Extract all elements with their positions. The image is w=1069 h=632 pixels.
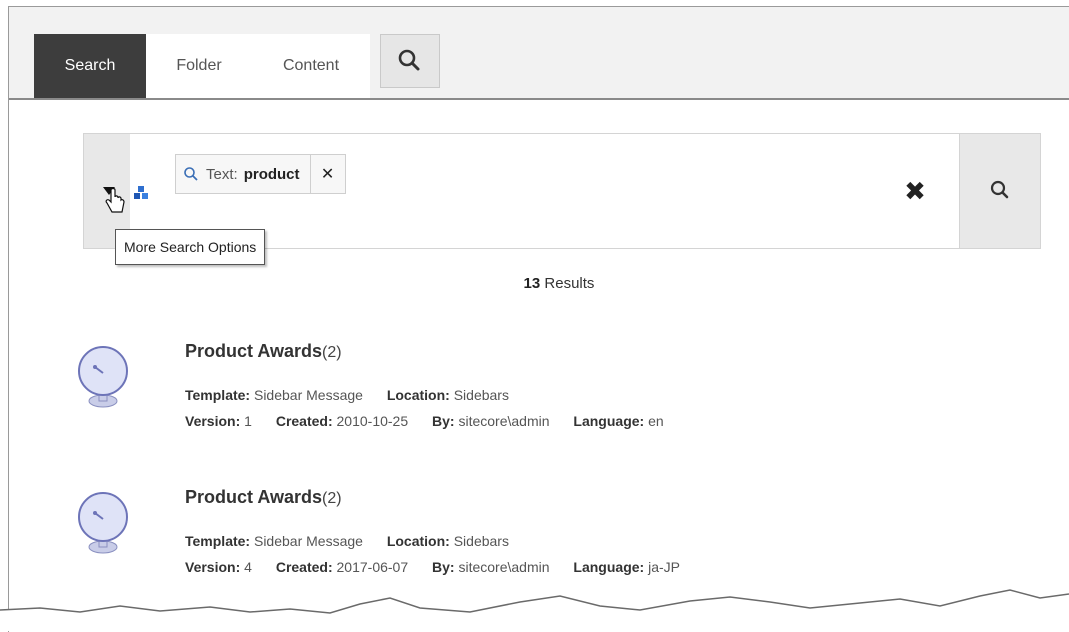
hand-cursor-icon [105, 188, 125, 213]
tooltip: More Search Options [115, 229, 266, 265]
results-count-label: Results [544, 275, 595, 292]
language-value: ja-JP [648, 559, 680, 575]
torn-edge-decoration [0, 589, 1069, 631]
result-meta-line2: Version: 1 Created: 2010-10-25 By: sitec… [185, 413, 684, 429]
language-value: en [648, 413, 664, 429]
by-label: By: [432, 559, 455, 575]
results-count: 13 Results [449, 275, 669, 292]
template-label: Template: [185, 387, 251, 403]
template-label: Template: [185, 533, 251, 549]
language-label: Language: [573, 413, 645, 429]
template-value: Sidebar Message [253, 387, 363, 403]
result-title-count: (2) [322, 344, 342, 361]
result-meta-line1: Template: Sidebar Message Location: Side… [185, 533, 529, 549]
version-value: 1 [244, 413, 252, 429]
tab-folder[interactable]: Folder [146, 34, 252, 98]
result-item: Product Awards(2) Template: Sidebar Mess… [49, 341, 949, 461]
search-button[interactable] [959, 134, 1040, 248]
created-label: Created: [275, 559, 333, 575]
satellite-dish-icon [78, 346, 128, 408]
by-value: sitecore\admin [458, 413, 550, 429]
results-count-number: 13 [523, 275, 541, 292]
result-title-text[interactable]: Product Awards [185, 341, 322, 361]
chip-value: product [243, 165, 300, 183]
satellite-dish-icon [78, 492, 128, 554]
close-icon: ✕ [320, 166, 335, 183]
by-label: By: [432, 413, 455, 429]
template-value: Sidebar Message [253, 533, 363, 549]
result-title-text[interactable]: Product Awards [185, 487, 322, 507]
result-meta-line1: Template: Sidebar Message Location: Side… [185, 387, 529, 403]
chip-remove-button[interactable]: ✕ [309, 155, 345, 193]
by-value: sitecore\admin [458, 559, 550, 575]
result-title[interactable]: Product Awards(2) [185, 487, 342, 508]
tab-bar: Search Folder Content [9, 7, 1069, 100]
created-label: Created: [275, 413, 333, 429]
close-icon: ✖ [904, 175, 926, 206]
location-label: Location: [386, 387, 450, 403]
tab-search-button[interactable] [380, 34, 440, 88]
search-icon [990, 180, 1009, 199]
tab-search[interactable]: Search [34, 34, 146, 98]
result-title[interactable]: Product Awards(2) [185, 341, 342, 362]
language-label: Language: [573, 559, 645, 575]
version-label: Version: [185, 559, 241, 575]
tab-content[interactable]: Content [252, 34, 370, 98]
created-value: 2017-06-07 [336, 559, 409, 575]
version-value: 4 [244, 559, 252, 575]
search-icon [176, 155, 206, 193]
search-filter-chip: Text: product ✕ [175, 154, 346, 194]
version-label: Version: [185, 413, 241, 429]
chip-label: Text: [206, 165, 238, 183]
location-label: Location: [386, 533, 450, 549]
location-value: Sidebars [453, 533, 509, 549]
created-value: 2010-10-25 [336, 413, 409, 429]
result-meta-line2: Version: 4 Created: 2017-06-07 By: sitec… [185, 559, 700, 575]
result-title-count: (2) [322, 490, 342, 507]
cubes-icon [134, 186, 148, 199]
location-value: Sidebars [453, 387, 509, 403]
search-icon [398, 49, 420, 71]
app-frame: Search Folder Content Text: product ✕ ✖ … [8, 6, 1069, 632]
clear-search-button[interactable]: ✖ [896, 172, 934, 210]
